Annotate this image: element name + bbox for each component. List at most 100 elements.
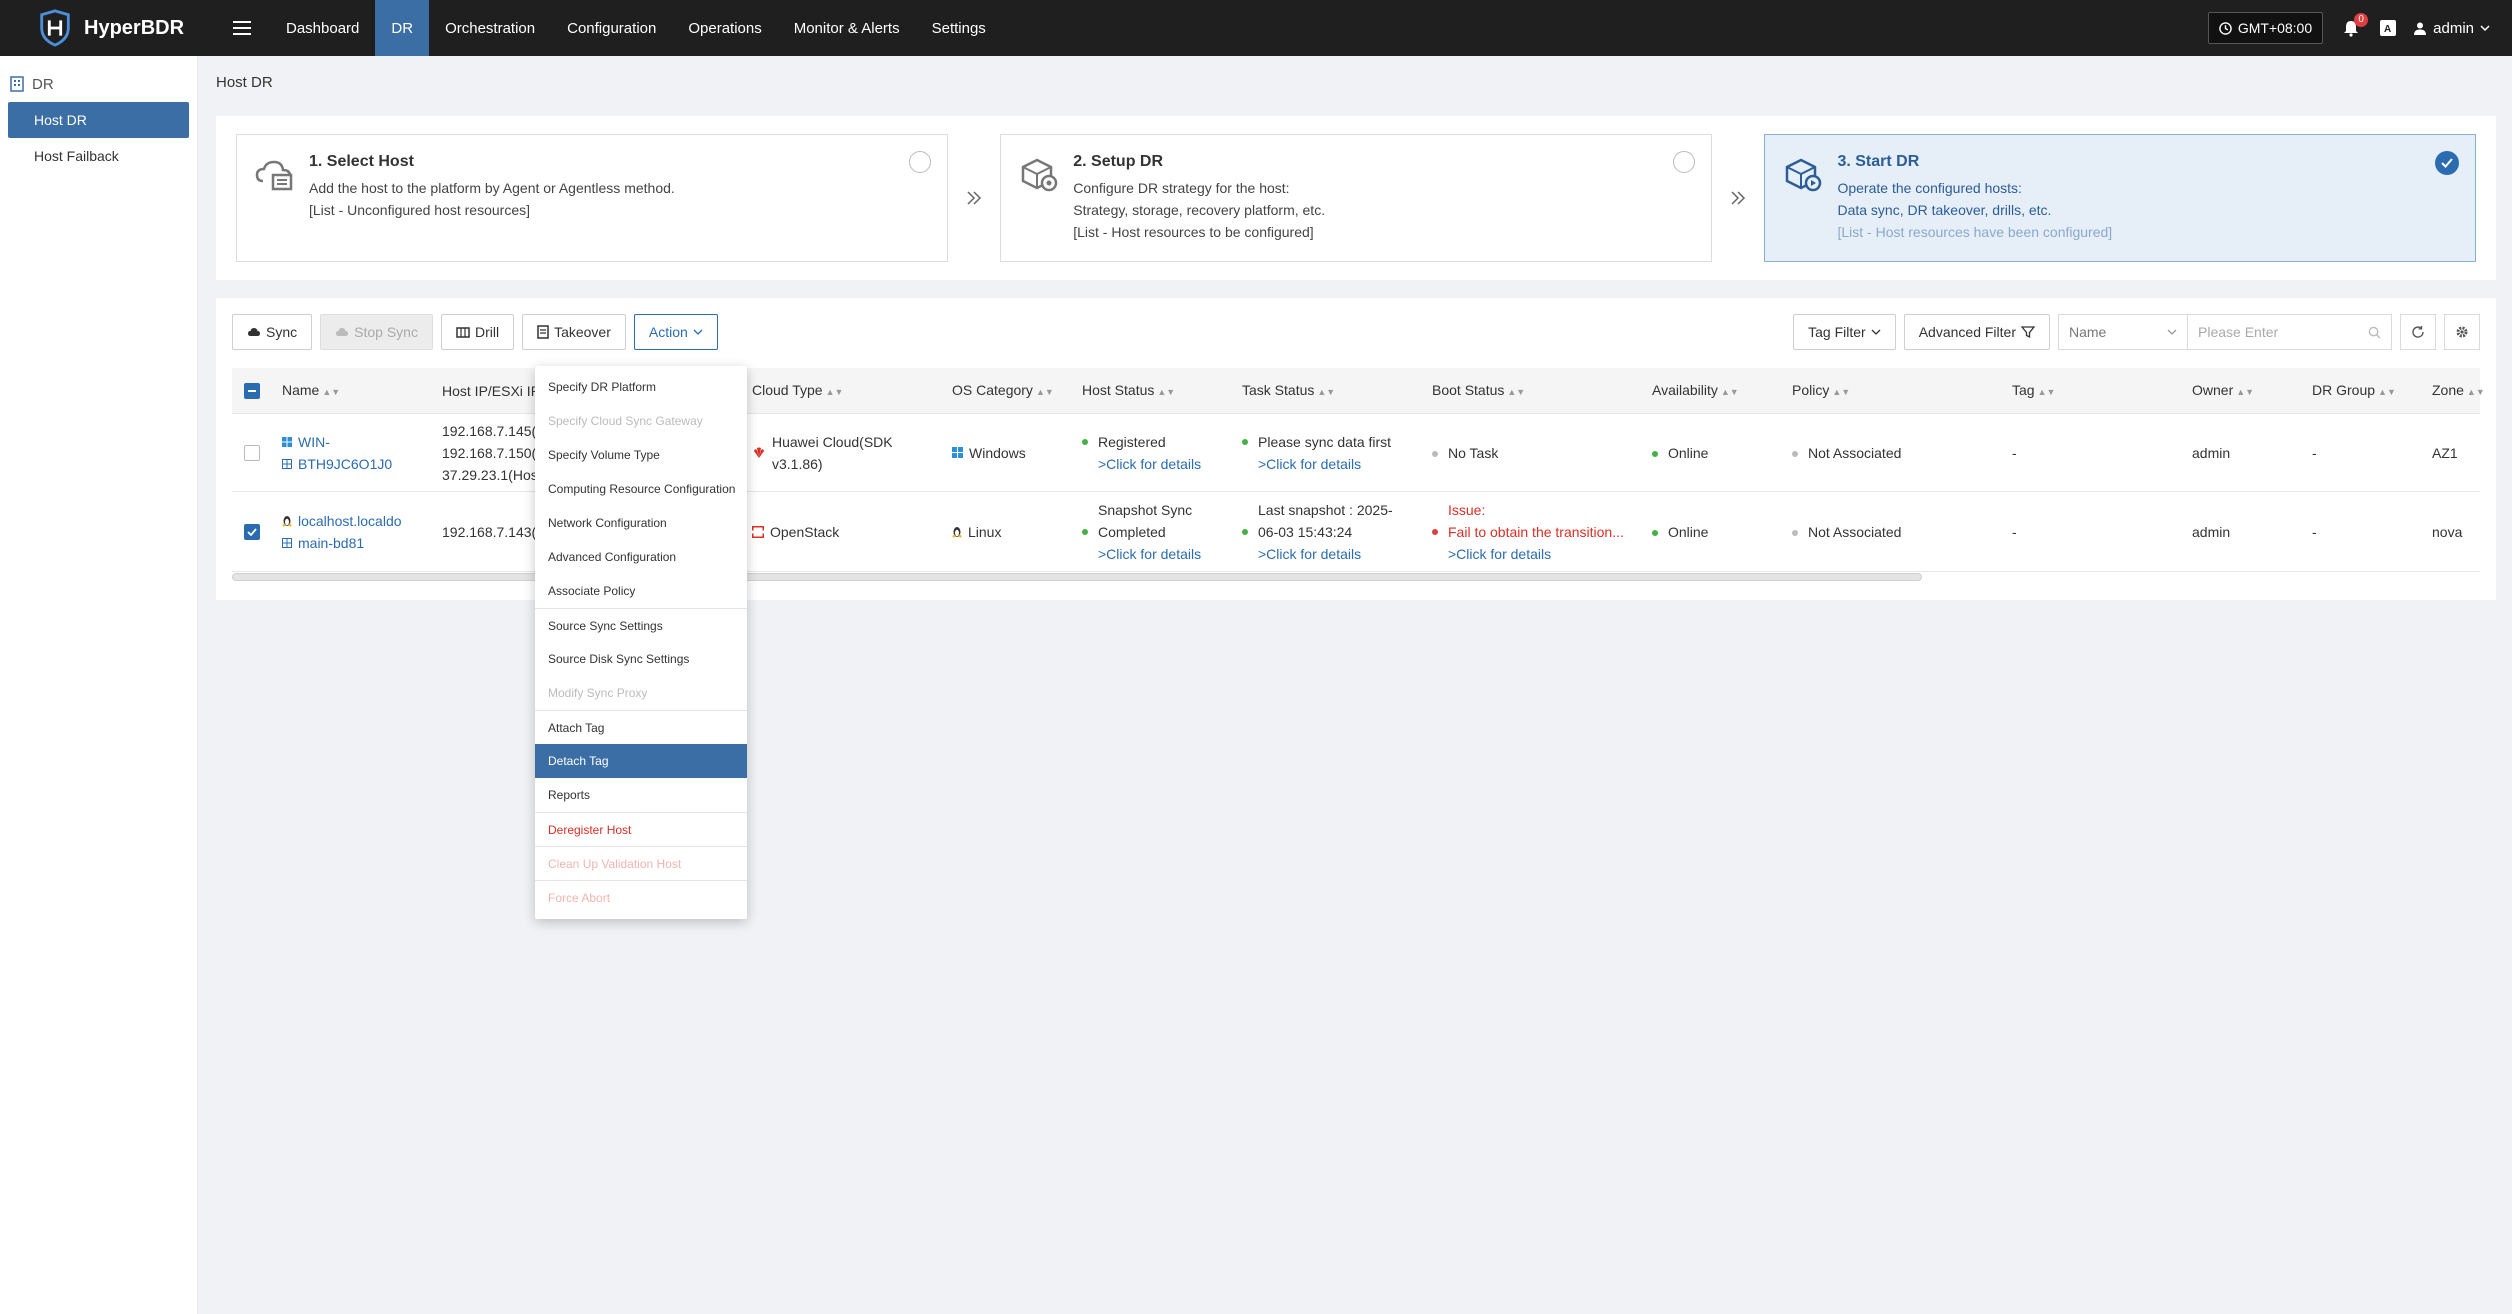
menu-toggle-icon[interactable] xyxy=(214,0,270,56)
check-circle-icon[interactable] xyxy=(2434,151,2459,175)
sort-icon: ▲▼ xyxy=(2037,386,2056,397)
host-name-link-2[interactable]: BTH9JC6O1J0 xyxy=(298,453,392,475)
host-name-link[interactable]: WIN- xyxy=(298,431,330,453)
column-header-policy[interactable]: Policy ▲▼ xyxy=(1782,379,2002,403)
menu-item-advanced-configuration[interactable]: Advanced Configuration xyxy=(535,540,747,574)
menu-item-modify-sync-proxy[interactable]: Modify Sync Proxy xyxy=(535,676,747,710)
sidebar-item-host-dr[interactable]: Host DR xyxy=(8,102,189,138)
settings-button[interactable] xyxy=(2444,314,2480,350)
host-status-details-link[interactable]: >Click for details xyxy=(1098,453,1201,475)
select-all-checkbox[interactable] xyxy=(244,382,260,399)
step-start-dr[interactable]: 3. Start DR Operate the configured hosts… xyxy=(1764,134,2476,262)
menu-item-computing-resource-configuration[interactable]: Computing Resource Configuration xyxy=(535,472,747,506)
menu-item-detach-tag[interactable]: Detach Tag xyxy=(535,744,747,778)
sidebar-item-host-failback[interactable]: Host Failback xyxy=(8,138,189,174)
host-name-cell[interactable]: localhost.localdo main-bd81 xyxy=(272,510,432,554)
timezone-selector[interactable]: GMT+08:00 xyxy=(2207,12,2324,44)
nav-dr[interactable]: DR xyxy=(375,0,430,56)
status-dot xyxy=(1242,528,1248,535)
os-category-cell: Windows xyxy=(942,442,1072,464)
availability-cell: Online xyxy=(1642,521,1782,543)
menu-item-specify-cloud-sync-gateway[interactable]: Specify Cloud Sync Gateway xyxy=(535,404,747,438)
sidebar-section-dr[interactable]: DR xyxy=(0,56,197,102)
tag-cell: - xyxy=(2012,523,2017,540)
step-select-host[interactable]: 1. Select Host Add the host to the platf… xyxy=(236,134,948,262)
search-field-select[interactable]: Name xyxy=(2058,314,2188,350)
menu-item-specify-volume-type[interactable]: Specify Volume Type xyxy=(535,438,747,472)
menu-item-attach-tag[interactable]: Attach Tag xyxy=(535,710,747,744)
menu-item-force-abort[interactable]: Force Abort xyxy=(535,880,747,914)
column-header-zone[interactable]: Zone ▲▼ xyxy=(2422,379,2485,403)
takeover-label: Takeover xyxy=(554,324,611,340)
menu-item-clean-up-validation-host[interactable]: Clean Up Validation Host xyxy=(535,846,747,880)
menu-item-reports[interactable]: Reports xyxy=(535,778,747,812)
takeover-icon xyxy=(537,325,549,339)
boot-status-text: No Task xyxy=(1448,444,1499,461)
column-header-boot-status[interactable]: Boot Status ▲▼ xyxy=(1422,379,1642,403)
column-header-name[interactable]: Name ▲▼ xyxy=(272,379,432,403)
brand[interactable]: HyperBDR xyxy=(0,0,200,56)
menu-item-network-configuration[interactable]: Network Configuration xyxy=(535,506,747,540)
advanced-filter-button[interactable]: Advanced Filter xyxy=(1903,314,2050,350)
sort-icon: ▲▼ xyxy=(825,386,844,397)
task-status-details-link[interactable]: >Click for details xyxy=(1258,543,1393,565)
user-menu[interactable]: admin xyxy=(2413,20,2490,37)
search-input[interactable]: Please Enter xyxy=(2188,314,2392,350)
nav-configuration[interactable]: Configuration xyxy=(551,0,672,56)
top-right-controls: GMT+08:00 0 A admin xyxy=(2207,0,2512,56)
refresh-button[interactable] xyxy=(2400,314,2436,350)
column-header-tag[interactable]: Tag ▲▼ xyxy=(2002,379,2182,403)
column-header-dr-group[interactable]: DR Group ▲▼ xyxy=(2302,379,2422,403)
menu-item-deregister-host[interactable]: Deregister Host xyxy=(535,812,747,846)
menu-item-specify-dr-platform[interactable]: Specify DR Platform xyxy=(535,370,747,404)
nav-orchestration[interactable]: Orchestration xyxy=(429,0,551,56)
advanced-filter-label: Advanced Filter xyxy=(1918,324,2016,340)
column-label: Host Status xyxy=(1082,381,1155,398)
column-header-os-category[interactable]: OS Category ▲▼ xyxy=(942,379,1072,403)
column-label: Owner xyxy=(2192,381,2234,398)
workflow-steps: 1. Select Host Add the host to the platf… xyxy=(216,116,2496,280)
cloud-type-text: OpenStack xyxy=(770,523,840,540)
row-checkbox[interactable] xyxy=(244,444,260,461)
column-header-cloud-type[interactable]: Cloud Type ▲▼ xyxy=(742,379,942,403)
tag-filter-button[interactable]: Tag Filter xyxy=(1793,314,1896,350)
host-name-link-2[interactable]: main-bd81 xyxy=(298,532,364,554)
nav-operations[interactable]: Operations xyxy=(672,0,777,56)
sync-button[interactable]: Sync xyxy=(232,314,313,350)
nav-dashboard[interactable]: Dashboard xyxy=(270,0,375,56)
cloud-host-icon xyxy=(255,160,293,191)
chevron-down-icon xyxy=(1871,329,1881,335)
column-header-task-status[interactable]: Task Status ▲▼ xyxy=(1232,379,1422,403)
column-header-availability[interactable]: Availability ▲▼ xyxy=(1642,379,1782,403)
column-header-owner[interactable]: Owner ▲▼ xyxy=(2182,379,2302,403)
user-name: admin xyxy=(2433,19,2474,37)
menu-item-source-disk-sync-settings[interactable]: Source Disk Sync Settings xyxy=(535,642,747,676)
step-setup-dr[interactable]: 2. Setup DR Configure DR strategy for th… xyxy=(1000,134,1712,262)
column-header-host-status[interactable]: Host Status ▲▼ xyxy=(1072,379,1232,403)
menu-item-source-sync-settings[interactable]: Source Sync Settings xyxy=(535,608,747,642)
row-checkbox[interactable] xyxy=(244,523,260,540)
drill-button[interactable]: Drill xyxy=(440,314,515,350)
host-status-details-link[interactable]: >Click for details xyxy=(1098,543,1201,565)
host-name-link[interactable]: localhost.localdo xyxy=(298,510,402,532)
nav-settings[interactable]: Settings xyxy=(916,0,1002,56)
drill-icon xyxy=(456,327,470,338)
step-3-line-3: [List - Host resources have been configu… xyxy=(1837,224,2113,240)
notification-bell-icon[interactable]: 0 xyxy=(2339,13,2369,40)
action-dropdown-button[interactable]: Action xyxy=(633,314,718,350)
host-name-cell[interactable]: WIN- BTH9JC6O1J0 xyxy=(272,431,432,475)
stop-sync-button[interactable]: Stop Sync xyxy=(320,314,433,350)
step-2-radio[interactable] xyxy=(1672,151,1695,173)
dr-group-cell: - xyxy=(2312,444,2317,461)
nav-monitor-alerts[interactable]: Monitor & Alerts xyxy=(778,0,916,56)
svg-text:A: A xyxy=(2384,24,2391,35)
step-1-radio[interactable] xyxy=(908,151,931,173)
takeover-button[interactable]: Takeover xyxy=(522,314,626,350)
host-status-cell: Registered >Click for details xyxy=(1072,431,1232,475)
horizontal-scrollbar[interactable] xyxy=(232,573,1922,581)
task-status-details-link[interactable]: >Click for details xyxy=(1258,453,1391,475)
dr-group-cell: - xyxy=(2312,523,2317,540)
menu-item-associate-policy[interactable]: Associate Policy xyxy=(535,574,747,608)
language-icon[interactable]: A xyxy=(2379,19,2397,37)
boot-status-details-link[interactable]: >Click for details xyxy=(1448,543,1624,565)
